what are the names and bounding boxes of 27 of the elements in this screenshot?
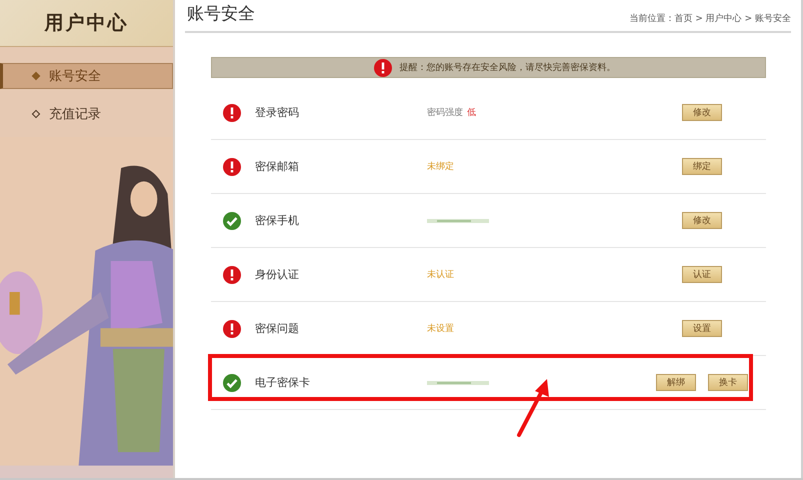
status-text: 未认证 bbox=[427, 268, 454, 281]
sidebar-item[interactable]: 账号安全 bbox=[0, 63, 173, 89]
item-label: 密保手机 bbox=[255, 213, 300, 228]
warning-icon bbox=[374, 58, 392, 76]
item-label: 密保问题 bbox=[255, 321, 300, 336]
status-text: 未绑定 bbox=[427, 160, 454, 173]
strength-label: 密码强度 bbox=[427, 106, 463, 119]
action-button[interactable]: 绑定 bbox=[682, 158, 722, 175]
action-button[interactable]: 设置 bbox=[682, 320, 722, 337]
item-label: 登录密码 bbox=[255, 105, 300, 120]
sidebar-title: 用户中心 bbox=[44, 11, 128, 36]
item-label: 密保邮箱 bbox=[255, 159, 300, 174]
action-button[interactable]: 解绑 bbox=[656, 374, 696, 391]
alert-text: 提醒：您的账号存在安全风险，请尽快完善密保资料。 bbox=[400, 61, 616, 74]
sidebar-item[interactable]: 充值记录 bbox=[0, 101, 173, 127]
action-button[interactable]: 认证 bbox=[682, 266, 722, 283]
page-title: 账号安全 bbox=[187, 3, 255, 25]
action-button[interactable]: 修改 bbox=[682, 212, 722, 229]
action-button[interactable]: 换卡 bbox=[708, 374, 748, 391]
item-label: 电子密保卡 bbox=[255, 375, 311, 390]
item-label: 身份认证 bbox=[255, 267, 300, 282]
breadcrumb: 当前位置：首页 > 用户中心 > 账号安全 bbox=[629, 12, 791, 25]
status-text: 未设置 bbox=[427, 322, 454, 335]
action-button[interactable]: 修改 bbox=[682, 104, 722, 121]
masked-value bbox=[427, 218, 489, 224]
masked-value bbox=[427, 380, 489, 386]
strength-level: 低 bbox=[467, 107, 476, 119]
